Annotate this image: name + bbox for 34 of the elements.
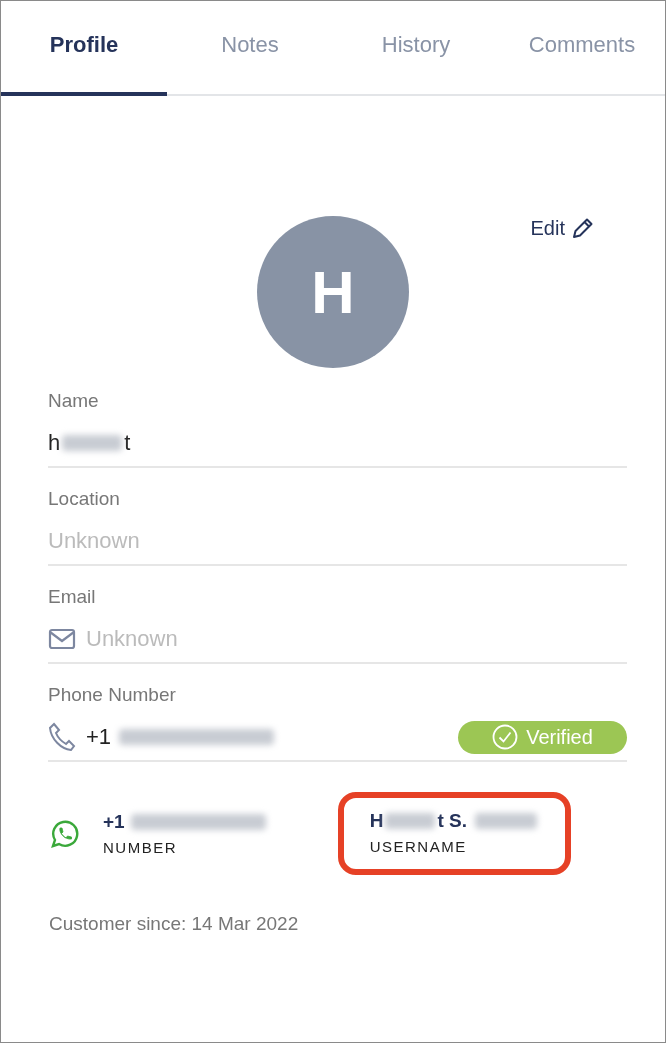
tab[interactable]: Notes	[167, 1, 333, 96]
redaction-blur	[385, 813, 436, 829]
text-field[interactable]: Unknown	[48, 624, 627, 664]
chat-phone-icon	[49, 818, 79, 849]
username: t S.	[437, 810, 467, 832]
phone-value: +1	[86, 724, 112, 750]
text-field[interactable]: +1 Verified	[48, 722, 627, 762]
customer-since: Customer since: 14 Mar 2022	[49, 913, 299, 934]
username: H	[369, 810, 384, 832]
pencil-icon	[571, 216, 595, 240]
field-label: Name	[48, 390, 99, 412]
check-circle-icon	[492, 724, 519, 750]
tab[interactable]: Comments	[499, 1, 665, 96]
username-caption: USERNAME	[369, 838, 468, 855]
edit-button[interactable]: Edit	[530, 216, 595, 240]
tab[interactable]: History	[333, 1, 499, 96]
mail-icon	[48, 628, 76, 650]
field-value: h	[48, 430, 61, 456]
field-placeholder: Unknown	[86, 626, 178, 652]
field-label: Location	[48, 488, 120, 510]
verified-badge: Verified	[458, 720, 627, 754]
field-placeholder: Unknown	[48, 528, 140, 554]
text-field[interactable]: Unknown	[48, 526, 627, 566]
number-caption: NUMBER	[103, 839, 178, 856]
tab[interactable]: Profile	[1, 1, 167, 96]
field-value: t	[124, 430, 131, 456]
phone-icon	[48, 722, 76, 752]
redaction-blur	[474, 813, 537, 829]
redaction-blur	[62, 435, 123, 451]
field-label: Email	[48, 586, 96, 608]
whatsapp-number: +1	[103, 811, 125, 833]
avatar: H	[257, 216, 409, 368]
field-label: Phone Number	[48, 684, 176, 706]
text-field[interactable]: h t	[48, 428, 627, 468]
